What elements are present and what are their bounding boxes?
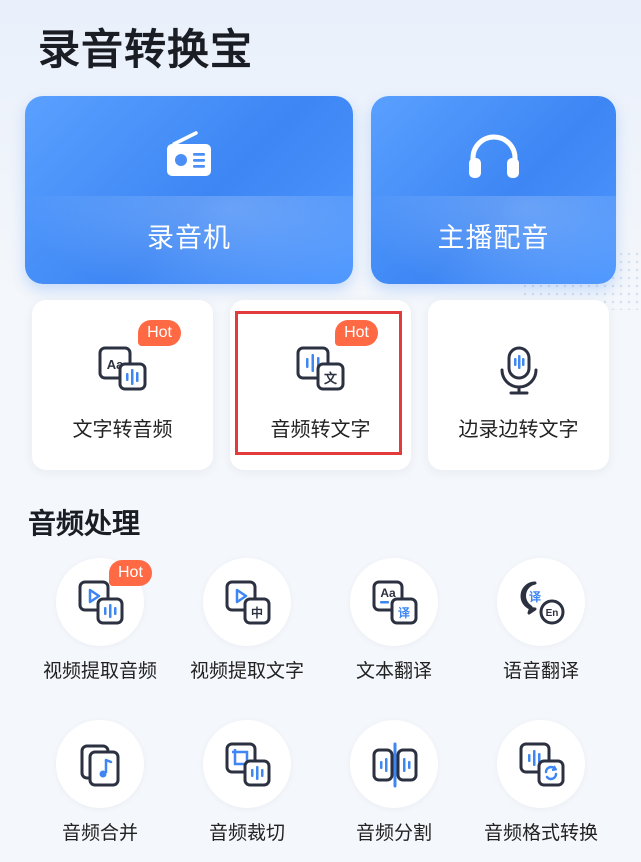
audio-merge-icon [80,744,120,787]
recorder-card[interactable]: 录音机 [25,96,353,284]
tool-audio-crop[interactable]: 音频裁切 [173,720,321,845]
tool-audio-format-convert[interactable]: 音频格式转换 [467,720,615,845]
video-text-icon: 中 [225,580,271,625]
zhong-glyph: 中 [251,605,263,620]
tool-label: 语音翻译 [502,660,579,682]
headphones-icon [465,130,523,186]
anchor-dubbing-label: 主播配音 [437,223,550,254]
radio-icon [162,130,216,184]
tool-icon-circle [56,720,144,808]
highlight-box [235,311,402,455]
text-to-audio-icon: Aa [98,346,148,396]
voice-translate-icon: 译 En [520,581,565,625]
tool-icon-circle [203,720,291,808]
text-to-audio-card[interactable]: Hot Aa 文字转音频 [32,300,213,470]
tool-label: 文本翻译 [355,660,432,682]
tool-icon-circle [497,720,585,808]
anchor-dubbing-card[interactable]: 主播配音 [371,96,616,284]
tool-label: 视频提取文字 [189,660,304,682]
yi-glyph: 译 [529,590,542,604]
aa-glyph: Aa [380,586,396,600]
tool-label: 音频裁切 [208,822,285,844]
en-glyph: En [546,608,559,619]
yi-glyph: 译 [398,606,411,620]
audio-split-icon [372,742,418,788]
tool-icon-circle: Aa 译 [350,558,438,646]
tool-label: 音频分割 [355,822,432,844]
text-translate-icon: Aa 译 [372,580,418,625]
record-and-transcribe-card[interactable]: 边录边转文字 [428,300,609,470]
tool-icon-circle: 译 En [497,558,585,646]
video-audio-icon [78,580,124,625]
tool-label: 音频合并 [61,822,138,844]
tool-text-translate[interactable]: Aa 译 文本翻译 [320,558,468,683]
tool-label: 音频格式转换 [483,822,598,844]
hot-badge: Hot [109,560,152,586]
audio-crop-icon [225,742,271,787]
tool-voice-translate[interactable]: 译 En 语音翻译 [467,558,615,683]
text-to-audio-label: 文字转音频 [72,417,173,441]
app-title: 录音转换宝 [38,25,254,74]
tool-audio-split[interactable]: 音频分割 [320,720,468,845]
tool-video-extract-text[interactable]: 中 视频提取文字 [173,558,321,683]
tool-audio-merge[interactable]: 音频合并 [26,720,174,845]
section-title: 音频处理 [28,507,141,540]
hot-badge: Hot [138,320,181,346]
tool-label: 视频提取音频 [42,660,157,682]
tool-icon-circle [350,720,438,808]
recorder-label: 录音机 [147,223,231,254]
tool-video-extract-audio[interactable]: Hot 视频提取音频 [26,558,174,683]
microphone-icon [497,346,541,400]
tool-icon-circle: 中 [203,558,291,646]
record-and-transcribe-label: 边录边转文字 [458,417,579,441]
audio-format-icon [519,742,565,787]
